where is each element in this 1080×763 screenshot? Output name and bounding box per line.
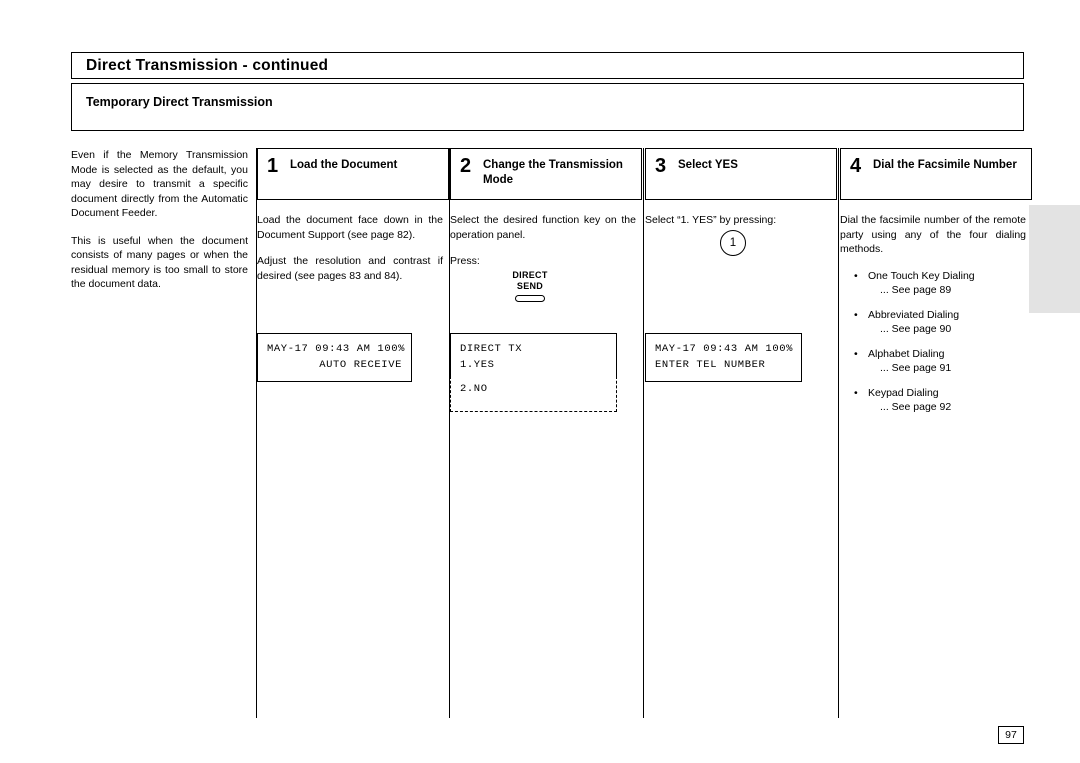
lcd-line: AUTO RECEIVE — [319, 359, 402, 371]
page-number: 97 — [998, 726, 1024, 744]
step-title-3: Select YES — [678, 159, 738, 171]
step-column-1: 1 Load the Document Load the document fa… — [257, 148, 449, 382]
lcd-line: MAY-17 09:43 AM 100% — [655, 343, 794, 355]
list-item-reference: ... See page 90 — [880, 323, 952, 335]
step-body-3: Select “1. YES” by pressing: 1 MAY-17 09… — [645, 213, 831, 382]
lcd-line: ENTER TEL NUMBER — [655, 359, 766, 371]
list-item-label: Abbreviated Dialing — [868, 308, 960, 321]
step3-paragraph-1: Select “1. YES” by pressing: — [645, 214, 777, 226]
bullet-icon: • — [854, 308, 858, 321]
step-header-3: 3 Select YES — [645, 148, 837, 200]
step1-paragraph-2: Adjust the resolution and contrast if de… — [257, 255, 443, 282]
key-cap-shape — [515, 295, 545, 302]
column-divider — [643, 148, 644, 718]
step-title-4: Dial the Facsimile Number — [873, 159, 1017, 171]
step-column-4: 4 Dial the Facsimile Number Dial the fac… — [840, 148, 1032, 425]
step-title-1: Load the Document — [290, 159, 398, 171]
page-title: Direct Transmission - continued — [86, 57, 329, 74]
step2-press-label: Press: — [450, 255, 480, 267]
step-number-2: 2 — [460, 155, 472, 177]
lcd-display-step1: MAY-17 09:43 AM 100% AUTO RECEIVE — [257, 333, 412, 382]
list-item-reference: ... See page 89 — [880, 284, 952, 296]
step1-paragraph-1: Load the document face down in the Docum… — [257, 214, 443, 241]
step-header-2: 2 Change the Transmission Mode — [450, 148, 642, 200]
key-label-line1: DIRECT — [512, 270, 548, 280]
intro-paragraph-2: This is useful when the document consist… — [71, 234, 248, 291]
page-title-bar: Direct Transmission - continued — [71, 52, 1024, 79]
list-item: • Alphabet Dialing ... See page 91 — [840, 347, 1026, 376]
step-column-3: 3 Select YES Select “1. YES” by pressing… — [645, 148, 837, 382]
direct-send-key-icon: DIRECT SEND — [494, 270, 566, 302]
list-item: • One Touch Key Dialing ... See page 89 — [840, 269, 1026, 298]
step-body-4: Dial the facsimile number of the remote … — [840, 213, 1026, 415]
numeric-key-1-icon: 1 — [720, 230, 746, 256]
lcd-line: DIRECT TX — [460, 343, 523, 355]
step-number-3: 3 — [655, 155, 667, 177]
lcd-display-step2-option: 2.NO — [450, 376, 617, 412]
lcd-line: 2.NO — [460, 383, 488, 395]
document-page: Direct Transmission - continued Temporar… — [0, 0, 1080, 763]
step-number-4: 4 — [850, 155, 862, 177]
list-item-label: One Touch Key Dialing — [868, 269, 975, 282]
section-subtitle-bar: Temporary Direct Transmission — [71, 83, 1024, 131]
list-item-reference: ... See page 91 — [880, 362, 952, 374]
lcd-display-step2: DIRECT TX 1.YES — [450, 333, 617, 382]
key-label-line2: SEND — [516, 281, 544, 291]
step-header-4: 4 Dial the Facsimile Number — [840, 148, 1032, 200]
list-item-reference: ... See page 92 — [880, 401, 952, 413]
list-item: • Abbreviated Dialing ... See page 90 — [840, 308, 1026, 337]
lcd-line: 1.YES — [460, 359, 495, 371]
list-item: • Keypad Dialing ... See page 92 — [840, 386, 1026, 415]
step-number-1: 1 — [267, 155, 279, 177]
list-item-label: Keypad Dialing — [868, 386, 939, 399]
step4-paragraph-1: Dial the facsimile number of the remote … — [840, 214, 1026, 255]
intro-paragraph-1: Even if the Memory Transmission Mode is … — [71, 149, 248, 219]
step2-paragraph-1: Select the desired function key on the o… — [450, 214, 636, 241]
section-subtitle: Temporary Direct Transmission — [86, 95, 273, 109]
step-title-2: Change the Transmission Mode — [483, 159, 623, 186]
bullet-icon: • — [854, 347, 858, 360]
bullet-icon: • — [854, 269, 858, 282]
column-divider — [838, 148, 839, 718]
bullet-icon: • — [854, 386, 858, 399]
dialing-methods-list: • One Touch Key Dialing ... See page 89 … — [840, 269, 1026, 415]
step-body-1: Load the document face down in the Docum… — [257, 213, 443, 382]
lcd-line: MAY-17 09:43 AM 100% — [267, 343, 406, 355]
step-body-2: Select the desired function key on the o… — [450, 213, 636, 412]
lcd-display-step3: MAY-17 09:43 AM 100% ENTER TEL NUMBER — [645, 333, 802, 382]
list-item-label: Alphabet Dialing — [868, 347, 945, 360]
step-header-1: 1 Load the Document — [257, 148, 449, 200]
chapter-edge-tab — [1029, 205, 1080, 313]
step-column-2: 2 Change the Transmission Mode Select th… — [450, 148, 642, 412]
intro-text: Even if the Memory Transmission Mode is … — [71, 148, 248, 305]
